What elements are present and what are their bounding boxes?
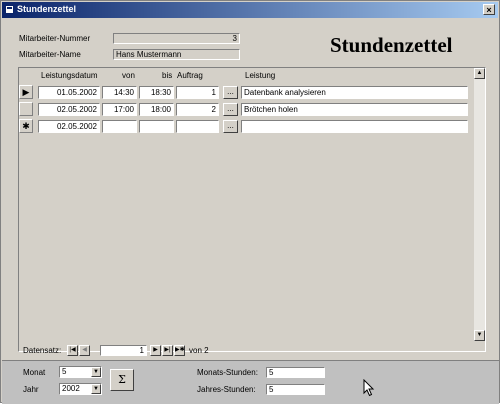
leistung-cell[interactable] [241, 120, 468, 133]
chevron-down-icon[interactable]: ▼ [91, 384, 101, 394]
monat-value: 5 [62, 367, 67, 376]
jahr-label: Jahr [23, 385, 39, 394]
calculate-sum-button[interactable]: Σ [110, 369, 134, 391]
von-cell[interactable]: 17:00 [102, 103, 137, 116]
auftrag-lookup-button[interactable]: ... [223, 103, 238, 116]
auftrag-cell[interactable] [176, 120, 219, 133]
leistungsdatum-cell[interactable]: 02.05.2002 [38, 103, 100, 116]
mitarbeiter-name-field[interactable]: Hans Mustermann [113, 49, 240, 60]
monats-stunden-field[interactable]: 5 [266, 367, 325, 378]
stundenzettel-window: Stundenzettel × Mitarbeiter-Nummer 3 Mit… [0, 0, 500, 404]
form-icon [5, 5, 14, 14]
record-selector-new[interactable]: ✱ [19, 119, 33, 133]
next-record-button[interactable]: ▶ [150, 345, 161, 356]
bis-cell[interactable]: 18:00 [139, 103, 174, 116]
current-record-field[interactable]: 1 [100, 345, 147, 356]
scroll-down-button[interactable]: ▼ [474, 330, 485, 341]
mitarbeiter-name-label: Mitarbeiter-Name [19, 50, 81, 59]
column-header-leistungsdatum: Leistungsdatum [41, 71, 98, 80]
column-header-leistung: Leistung [245, 71, 276, 80]
monat-select[interactable]: 5 ▼ [59, 366, 102, 378]
auftrag-cell[interactable]: 1 [176, 86, 219, 99]
mitarbeiter-nummer-label: Mitarbeiter-Nummer [19, 34, 91, 43]
bis-cell[interactable] [139, 120, 174, 133]
von-cell[interactable] [102, 120, 137, 133]
chevron-down-icon[interactable]: ▼ [91, 367, 101, 377]
first-record-button[interactable]: |◀ [67, 345, 78, 356]
leistungsdatum-cell[interactable]: 01.05.2002 [38, 86, 100, 99]
record-selector[interactable] [19, 102, 33, 116]
mouse-cursor-icon [363, 379, 375, 397]
von-cell[interactable]: 14:30 [102, 86, 137, 99]
record-selector-current[interactable]: ▶ [19, 85, 33, 99]
monat-label: Monat [23, 368, 46, 377]
bis-cell[interactable]: 18:30 [139, 86, 174, 99]
mitarbeiter-nummer-field[interactable]: 3 [113, 33, 240, 44]
leistung-cell[interactable]: Datenbank analysieren [241, 86, 468, 99]
page-title: Stundenzettel [330, 33, 453, 57]
record-count-text: von 2 [189, 346, 209, 355]
window-title: Stundenzettel [17, 4, 77, 14]
jahr-value: 2002 [62, 384, 80, 393]
jahr-select[interactable]: 2002 ▼ [59, 383, 102, 395]
previous-record-button[interactable]: ◀ [79, 345, 90, 356]
title-bar[interactable]: Stundenzettel × [2, 2, 498, 18]
jahres-stunden-label: Jahres-Stunden: [197, 385, 256, 394]
auftrag-lookup-button[interactable]: ... [223, 86, 238, 99]
last-record-button[interactable]: ▶| [162, 345, 173, 356]
scroll-up-button[interactable]: ▲ [474, 68, 485, 79]
record-nav-label: Datensatz: [23, 346, 62, 355]
column-header-auftrag: Auftrag [177, 71, 203, 80]
auftrag-lookup-button[interactable]: ... [223, 120, 238, 133]
auftrag-cell[interactable]: 2 [176, 103, 219, 116]
leistung-cell[interactable]: Brötchen holen [241, 103, 468, 116]
vertical-scrollbar[interactable]: ▲ ▼ [474, 68, 485, 341]
leistungsdatum-cell[interactable]: 02.05.2002 [38, 120, 100, 133]
close-button[interactable]: × [483, 4, 495, 15]
column-header-bis: bis [162, 71, 173, 80]
monats-stunden-label: Monats-Stunden: [197, 368, 258, 377]
new-record-button[interactable]: ▶✱ [174, 345, 185, 356]
jahres-stunden-field[interactable]: 5 [266, 384, 325, 395]
column-header-von: von [122, 71, 135, 80]
